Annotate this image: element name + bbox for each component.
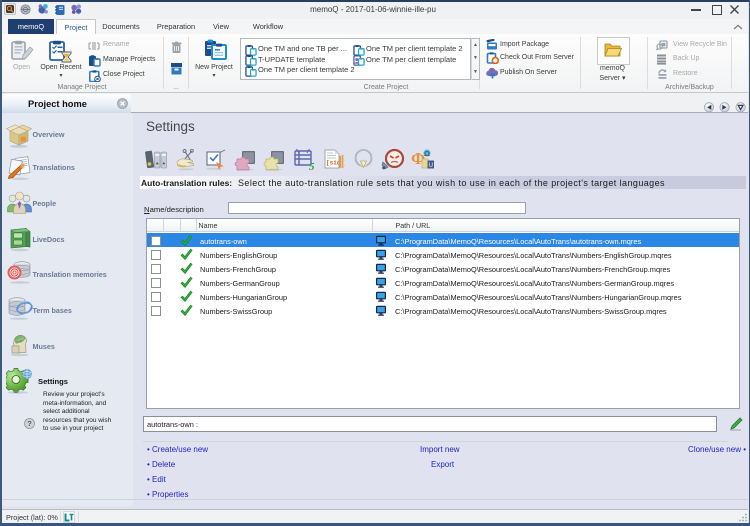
svg-text:?: ? [27, 419, 32, 428]
svg-text:Ω: Ω [424, 149, 430, 158]
svg-text:5: 5 [309, 161, 315, 171]
svg-text:U: U [428, 162, 433, 169]
